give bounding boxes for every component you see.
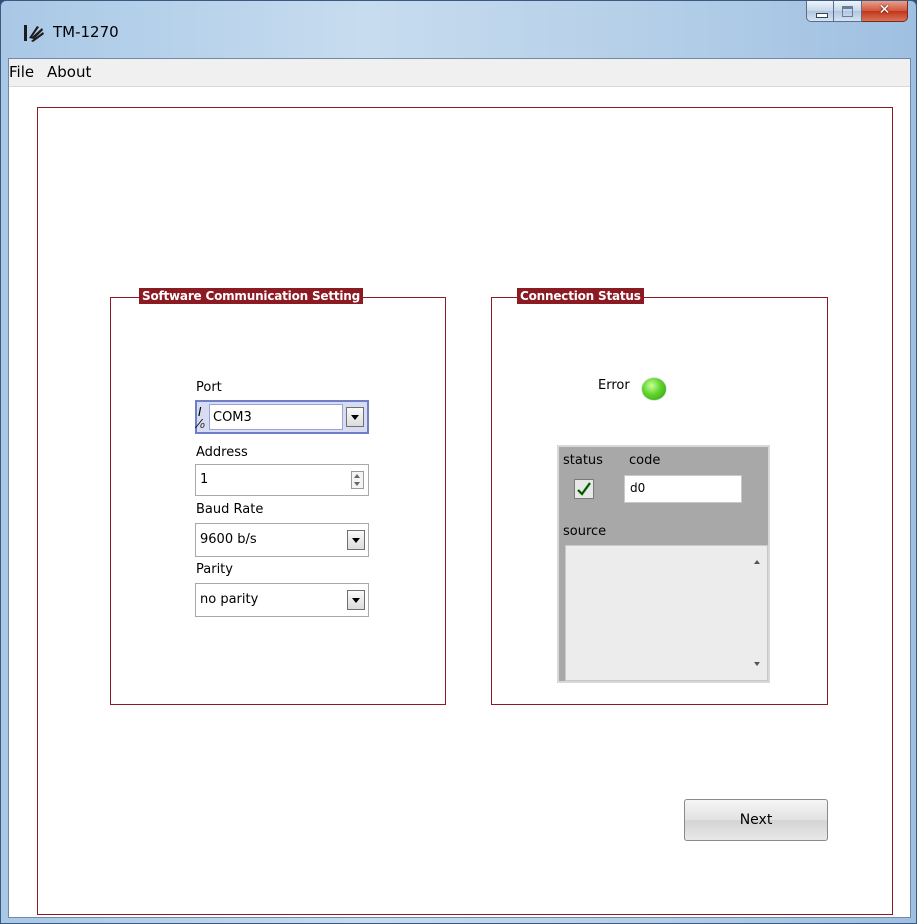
- close-icon: ✕: [878, 2, 891, 18]
- minimize-button[interactable]: [806, 1, 834, 22]
- app-logo-icon: [24, 25, 44, 42]
- address-stepper[interactable]: [351, 471, 364, 489]
- app-window: TM-1270 ✕ File About Software Communicat…: [0, 0, 917, 924]
- io-resource-icon: I ⁄₀: [198, 405, 205, 431]
- status-checkbox[interactable]: [574, 479, 594, 499]
- port-value: COM3: [213, 410, 252, 425]
- title-bar[interactable]: TM-1270 ✕: [1, 1, 916, 51]
- port-select[interactable]: I ⁄₀ COM3: [195, 400, 369, 434]
- address-input[interactable]: 1: [195, 464, 369, 496]
- address-label: Address: [196, 445, 248, 460]
- comm-settings-group: Software Communication Setting Port I ⁄₀ …: [110, 288, 446, 705]
- parity-dropdown-arrow-icon[interactable]: [347, 590, 365, 610]
- baud-rate-select[interactable]: 9600 b/s: [195, 523, 369, 557]
- next-button[interactable]: Next: [684, 799, 828, 841]
- baud-rate-label: Baud Rate: [196, 502, 264, 517]
- comm-settings-title: Software Communication Setting: [139, 288, 364, 304]
- code-label: code: [629, 453, 661, 468]
- close-button[interactable]: ✕: [862, 1, 908, 22]
- code-value: d0: [630, 481, 646, 495]
- scroll-down-icon[interactable]: [754, 662, 760, 666]
- scroll-up-icon[interactable]: [754, 560, 760, 564]
- maximize-button[interactable]: [834, 1, 862, 22]
- port-value-box: COM3: [209, 404, 343, 430]
- parity-select[interactable]: no parity: [195, 583, 369, 617]
- menu-bar: File About: [9, 59, 910, 87]
- status-label: status: [563, 453, 603, 468]
- window-title: TM-1270: [53, 23, 119, 41]
- baud-rate-value: 9600 b/s: [200, 532, 257, 547]
- port-label: Port: [196, 380, 222, 395]
- address-value: 1: [200, 472, 209, 487]
- connection-status-group: Connection Status Error status code d0 s…: [491, 288, 828, 705]
- menu-file[interactable]: File: [9, 63, 34, 81]
- source-textbox[interactable]: [565, 545, 768, 681]
- increment-arrow-icon[interactable]: [354, 474, 360, 478]
- port-dropdown-arrow-icon[interactable]: [346, 407, 364, 427]
- parity-value: no parity: [200, 592, 259, 607]
- client-area: File About Software Communication Settin…: [8, 58, 911, 918]
- window-controls: ✕: [806, 1, 908, 23]
- front-panel: Software Communication Setting Port I ⁄₀ …: [9, 87, 910, 917]
- error-led-indicator: [642, 378, 666, 400]
- baud-rate-dropdown-arrow-icon[interactable]: [347, 530, 365, 550]
- decrement-arrow-icon[interactable]: [354, 482, 360, 486]
- code-field[interactable]: d0: [624, 475, 742, 503]
- checkmark-icon: [577, 482, 592, 496]
- source-label: source: [563, 524, 607, 539]
- menu-about[interactable]: About: [47, 63, 91, 81]
- error-label: Error: [598, 378, 630, 393]
- error-cluster: status code d0 source: [557, 445, 770, 683]
- connection-status-title: Connection Status: [517, 288, 644, 304]
- parity-label: Parity: [196, 562, 233, 577]
